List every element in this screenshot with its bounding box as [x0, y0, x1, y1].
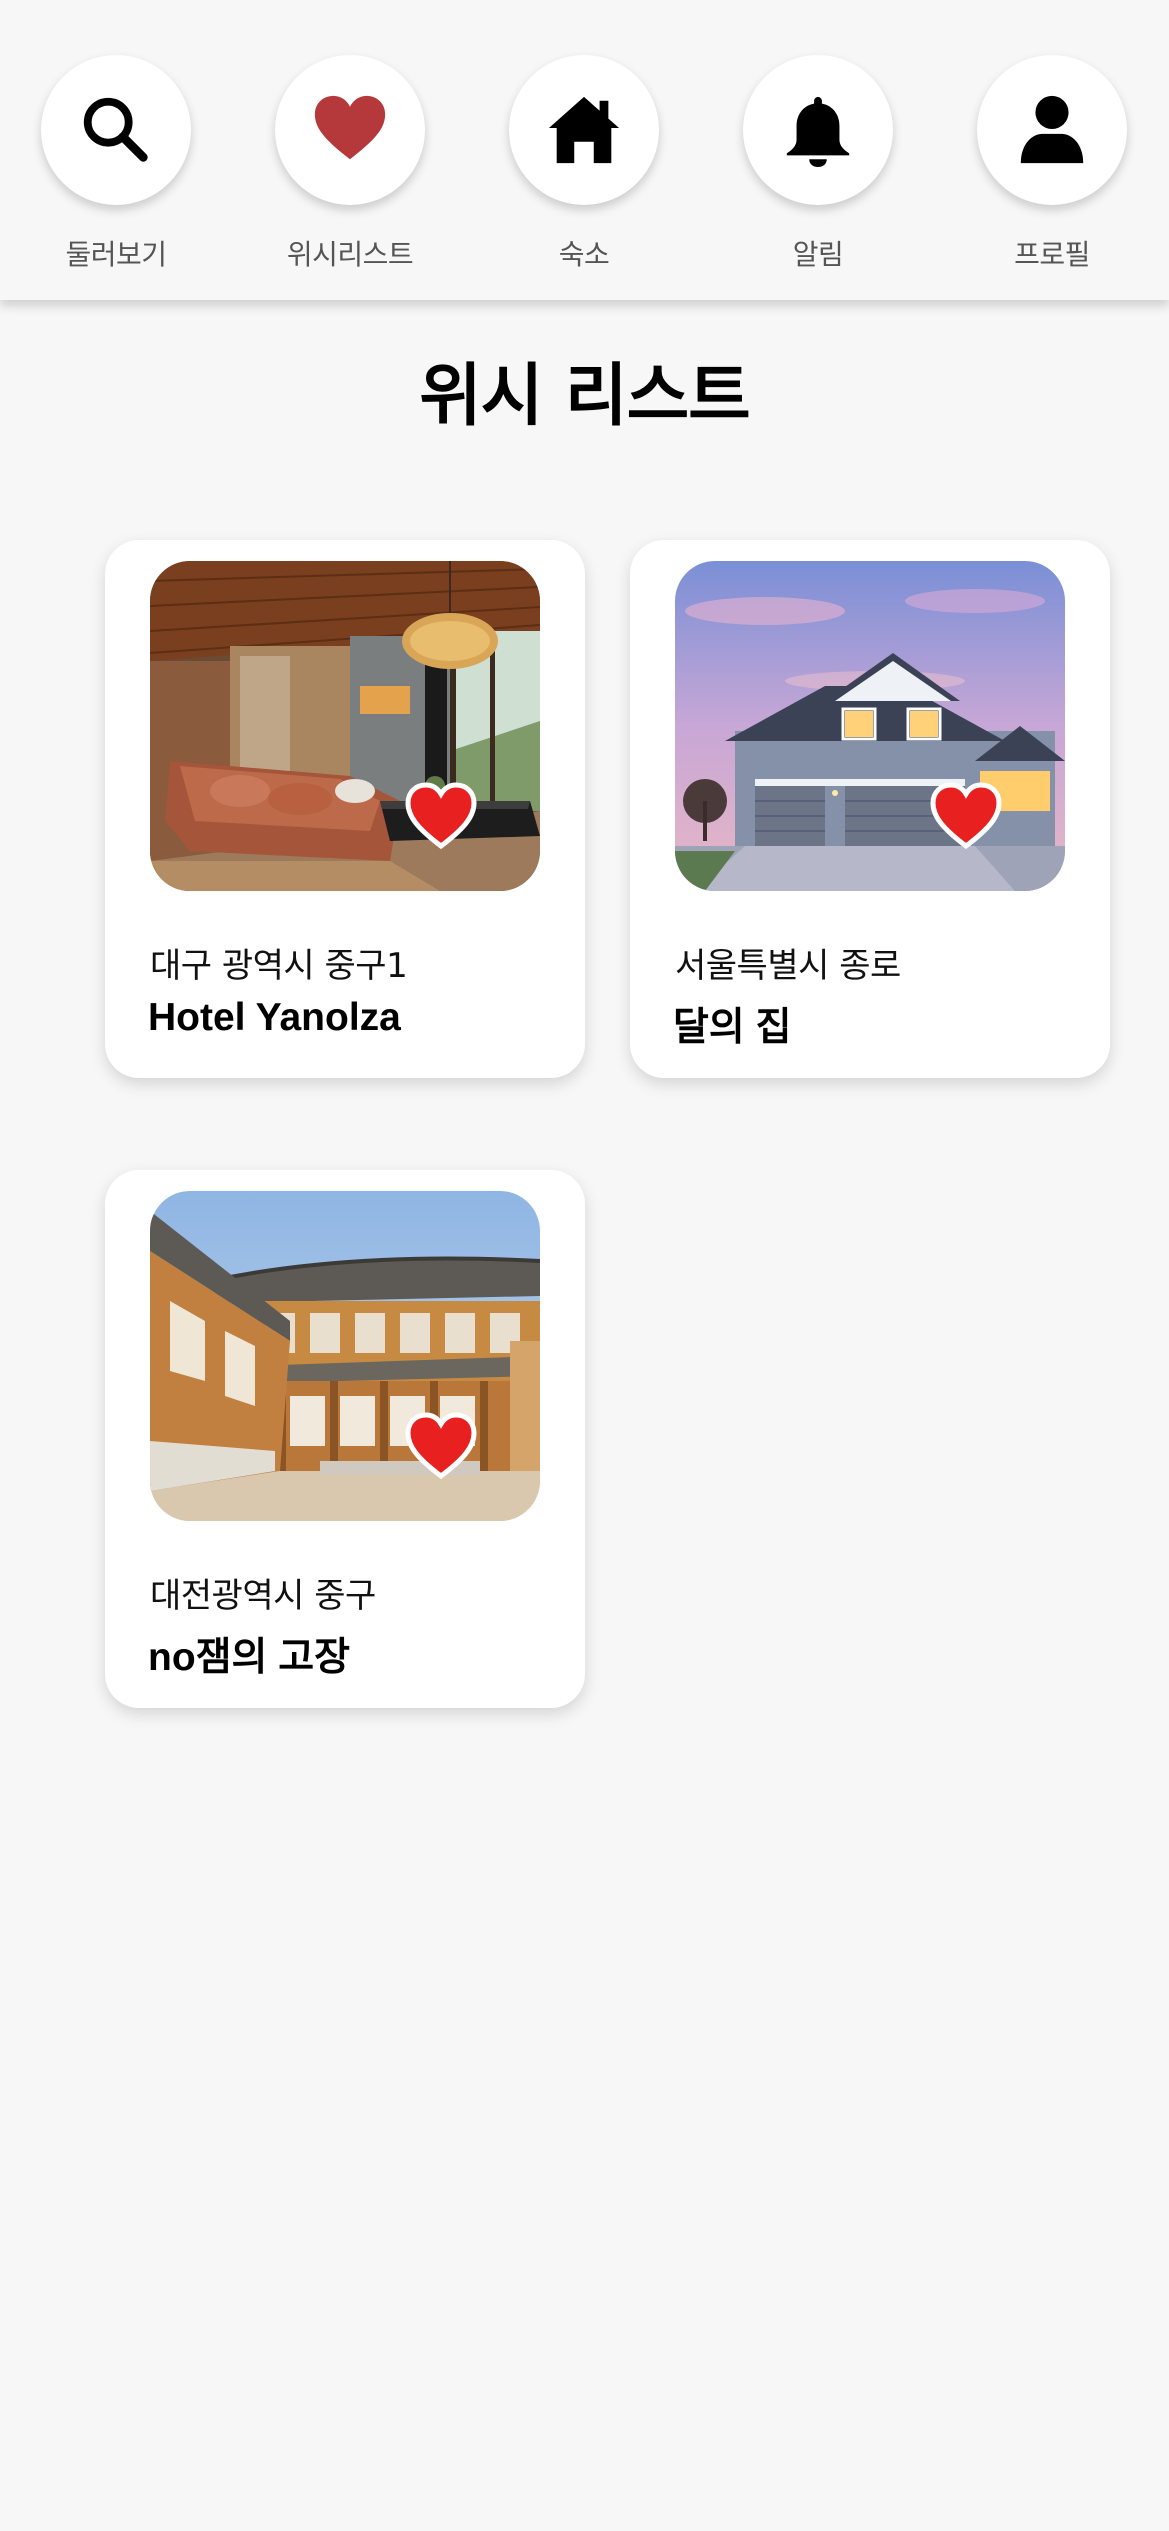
favorite-heart-button[interactable] — [930, 782, 1002, 850]
wishlist-card[interactable]: 대구 광역시 중구1 Hotel Yanolza — [105, 540, 585, 1078]
nav-label-notifications: 알림 — [792, 238, 844, 271]
nav-item-wishlist[interactable]: 위시리스트 — [250, 55, 450, 285]
listing-name: no잼의 고장 — [148, 1636, 351, 1679]
hanok-courtyard-photo — [150, 1191, 540, 1521]
nav-button-stays[interactable] — [509, 55, 659, 205]
nav-label-wishlist: 위시리스트 — [286, 238, 414, 271]
nav-button-wishlist[interactable] — [275, 55, 425, 205]
nav-label-stays: 숙소 — [558, 238, 610, 271]
nav-item-profile[interactable]: 프로필 — [952, 55, 1152, 285]
nav-button-profile[interactable] — [977, 55, 1127, 205]
nav-button-notifications[interactable] — [743, 55, 893, 205]
heart-icon — [314, 95, 386, 160]
listing-name: Hotel Yanolza — [148, 996, 401, 1039]
nav-label-explore: 둘러보기 — [65, 238, 167, 271]
nav-label-profile: 프로필 — [1014, 238, 1090, 271]
suburban-house-photo — [675, 561, 1065, 891]
heart-filled-icon — [405, 782, 477, 850]
nav-item-explore[interactable]: 둘러보기 — [16, 55, 216, 285]
favorite-heart-button[interactable] — [405, 1412, 477, 1480]
listing-address: 서울특별시 종로 — [675, 946, 901, 986]
listing-address: 대구 광역시 중구1 — [150, 946, 408, 986]
nav-button-explore[interactable] — [41, 55, 191, 205]
listing-name: 달의 집 — [673, 1006, 792, 1049]
favorite-heart-button[interactable] — [405, 782, 477, 850]
page-title: 위시 리스트 — [419, 357, 750, 436]
modern-living-room-photo — [150, 561, 540, 891]
wishlist-card[interactable]: 대전광역시 중구 no잼의 고장 — [105, 1170, 585, 1708]
bell-icon — [786, 96, 850, 168]
nav-item-notifications[interactable]: 알림 — [718, 55, 918, 285]
user-icon — [1020, 95, 1084, 164]
heart-filled-icon — [930, 782, 1002, 850]
listing-address: 대전광역시 중구 — [150, 1576, 376, 1616]
home-icon — [548, 96, 620, 164]
top-navigation: 둘러보기 위시리스트 숙소 알림 프로필 — [0, 0, 1169, 300]
search-icon — [83, 97, 148, 162]
wishlist-card[interactable]: 서울특별시 종로 달의 집 — [630, 540, 1110, 1078]
nav-item-stays[interactable]: 숙소 — [484, 55, 684, 285]
heart-filled-icon — [405, 1412, 477, 1480]
